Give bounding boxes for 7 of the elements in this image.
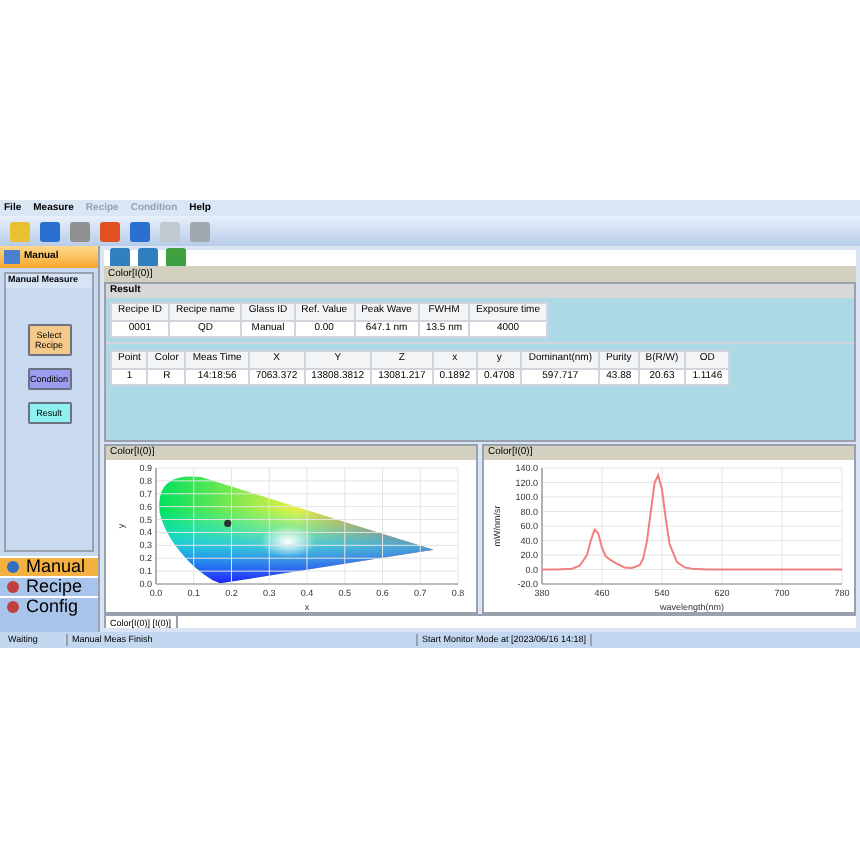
y-axis <box>514 463 542 589</box>
panel-footer <box>0 616 98 632</box>
nav-button[interactable]: Config <box>0 596 98 616</box>
nav-button[interactable]: Manual <box>0 556 98 576</box>
nav-button[interactable]: Recipe <box>0 576 98 596</box>
y-axis <box>139 463 157 589</box>
data-point <box>224 519 232 527</box>
